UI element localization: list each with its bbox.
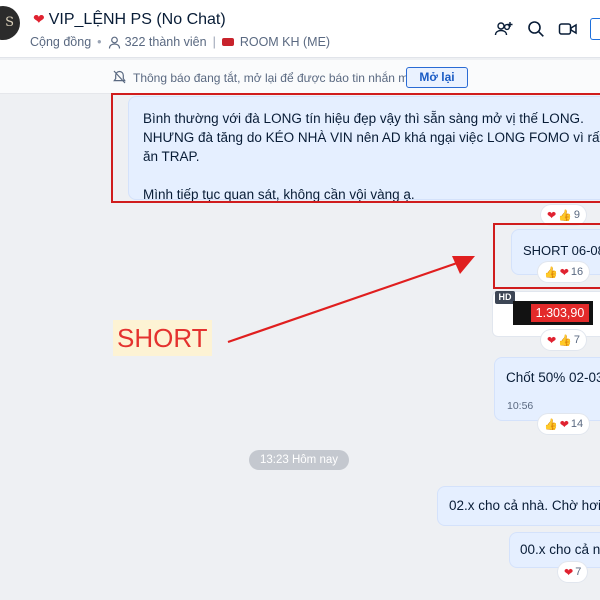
reaction-count: 7 — [575, 566, 582, 578]
message-text: 00.x cho cả nh — [520, 542, 600, 557]
message-bubble[interactable]: 00.x cho cả nh — [509, 532, 600, 568]
reaction-count: 14 — [570, 418, 584, 430]
message-time: 10:56 — [507, 400, 534, 412]
message-text: Chốt 50% 02-03 — [506, 370, 600, 385]
message-bubble[interactable]: 02.x cho cả nhà. Chờ hơi lâ — [437, 486, 600, 526]
thumbs-up-icon: 👍 — [544, 418, 558, 431]
message-text: 02.x cho cả nhà. Chờ hơi lâ — [449, 498, 600, 513]
heart-icon: ❤ — [559, 418, 569, 431]
date-separator: 13:23 Hôm nay — [249, 450, 349, 470]
reaction-bar[interactable]: 👍 ❤ 14 — [538, 414, 590, 434]
message-bubble[interactable]: Chốt 50% 02-03 10:56 — [494, 357, 600, 421]
heart-icon: ❤ — [564, 566, 574, 579]
reaction-bar[interactable]: ❤ 7 — [558, 562, 588, 582]
